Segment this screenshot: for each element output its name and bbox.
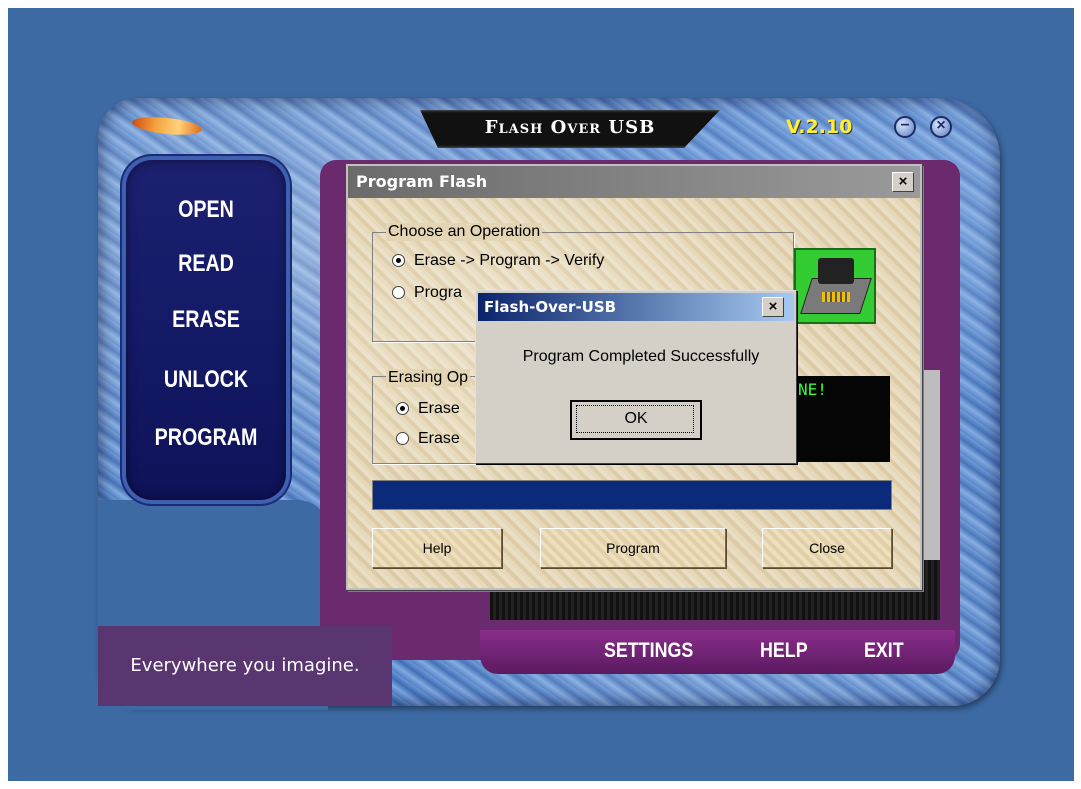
settings-link[interactable]: SETTINGS: [604, 636, 693, 666]
ok-focus-rect: [576, 405, 694, 433]
exit-link[interactable]: EXIT: [864, 636, 904, 666]
radio-program-only[interactable]: [392, 286, 405, 299]
chip-pins-icon: [822, 292, 850, 302]
message-box-title: Flash-Over-USB: [484, 298, 617, 316]
radio-label: Erase: [418, 430, 460, 447]
close-app-button[interactable]: ×: [930, 116, 952, 138]
radio-label: Erase -> Program -> Verify: [414, 252, 605, 269]
close-icon: ×: [936, 117, 946, 134]
close-icon: ×: [898, 173, 908, 190]
program-button[interactable]: Program: [540, 528, 726, 568]
close-icon: ×: [768, 298, 778, 315]
progress-bar: [372, 480, 892, 510]
program-flash-close-button[interactable]: ×: [892, 172, 914, 192]
chip-lid-icon: [818, 258, 854, 284]
radio-erase-option-2[interactable]: [396, 432, 409, 445]
message-text: Program Completed Successfully: [522, 348, 760, 365]
slogan-text: Everywhere you imagine.: [130, 655, 360, 676]
nav-open-button[interactable]: OPEN: [140, 190, 271, 230]
radio-erase-option-1[interactable]: [396, 402, 409, 415]
operation-group-label: Choose an Operation: [386, 223, 543, 241]
version-label: V.2.10: [786, 116, 853, 138]
close-button[interactable]: Close: [762, 528, 892, 568]
help-link[interactable]: HELP: [760, 636, 808, 666]
radio-erase-program-verify[interactable]: [392, 254, 405, 267]
nav-program-button[interactable]: PROGRAM: [140, 418, 271, 458]
nav-unlock-button[interactable]: UNLOCK: [140, 360, 271, 400]
app-title: Flash Over USB: [484, 117, 656, 138]
erasing-groupbox: [372, 376, 492, 464]
nav-erase-button[interactable]: ERASE: [140, 300, 271, 340]
erasing-group-label: Erasing Op: [386, 369, 471, 387]
help-button[interactable]: Help: [372, 528, 502, 568]
radio-label: Progra: [414, 284, 463, 301]
radio-label: Erase: [418, 400, 460, 417]
status-text: NE!: [798, 380, 827, 399]
nav-read-button[interactable]: READ: [140, 244, 271, 284]
minimize-icon: −: [900, 117, 910, 134]
program-flash-title: Program Flash: [356, 172, 488, 191]
message-box-close-button[interactable]: ×: [762, 297, 784, 317]
minimize-button[interactable]: −: [894, 116, 916, 138]
